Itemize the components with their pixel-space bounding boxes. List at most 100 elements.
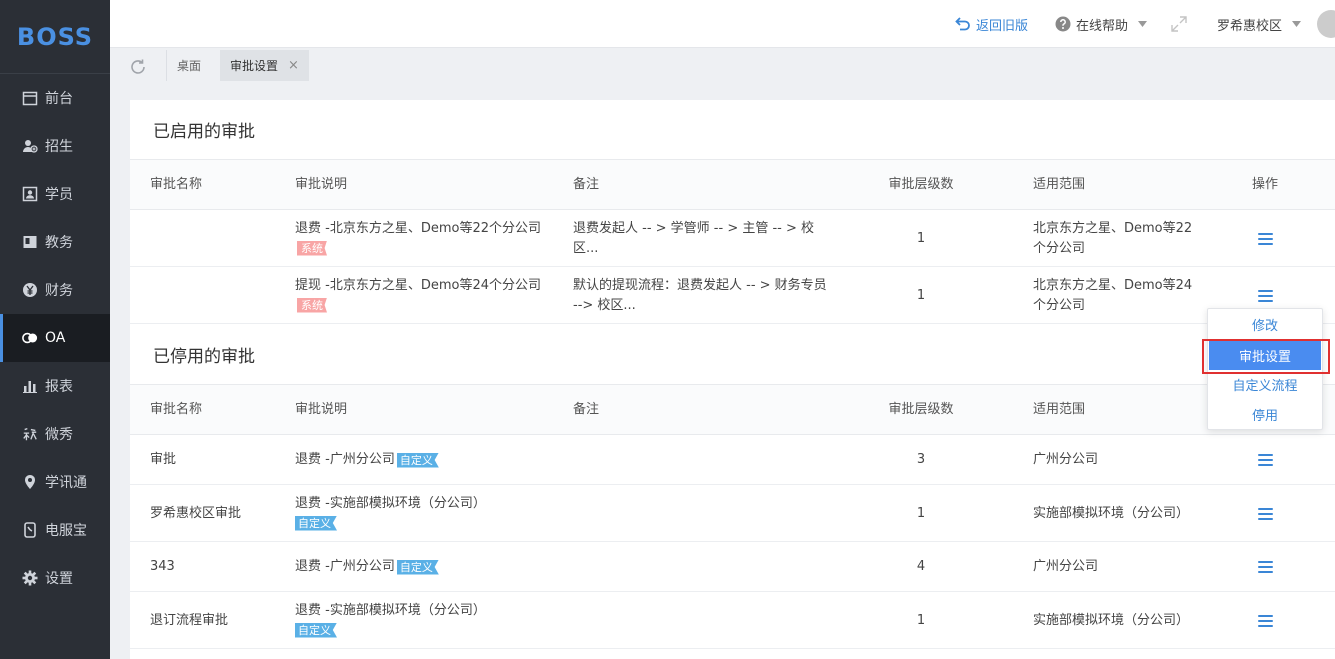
custom-tag: 自定义 (295, 622, 337, 638)
close-icon[interactable]: × (288, 58, 299, 73)
custom-tag: 自定义 (396, 452, 439, 468)
approval-settings-menu-item[interactable]: 审批设置 (1209, 340, 1321, 370)
row-desc-cell: 退费 -北京东方之星、Demo等22个分公司系统 (295, 210, 555, 267)
main-content: 已启用的审批 审批名称 审批说明 备注 审批层级数 适用范围 操作 退费 -北京… (130, 100, 1335, 659)
campus-label: 罗希惠校区 (1217, 18, 1283, 34)
sidebar-item-front-desk[interactable]: 前台 (0, 74, 110, 122)
sidebar-item-academic[interactable]: 教务 (0, 218, 110, 266)
oa-icon (22, 330, 38, 346)
row-action-dropdown: 修改 审批设置 自定义流程 停用 (1207, 308, 1323, 430)
header-note: 备注 (573, 177, 600, 192)
row-name (150, 210, 290, 267)
gear-icon (22, 570, 38, 586)
row-note (573, 435, 833, 485)
disabled-table-header: 审批名称 审批说明 备注 审批层级数 适用范围 (130, 385, 1335, 435)
user-plus-icon (22, 138, 38, 154)
header-name: 审批名称 (150, 402, 203, 417)
sidebar-item-label: 报表 (45, 379, 73, 395)
menu-icon[interactable] (1257, 614, 1273, 627)
sidebar-item-xuexuntong[interactable]: 学讯通 (0, 458, 110, 506)
menu-icon[interactable] (1257, 289, 1273, 302)
top-bar: 返回旧版 在线帮助 罗希惠校区 (110, 0, 1335, 48)
row-level: 1 (916, 230, 926, 246)
row-level: 1 (916, 505, 926, 521)
bar-chart-icon (22, 378, 38, 394)
row-note: 默认的提现流程：退费发起人 -- > 财务专员 --> 校区... (573, 267, 833, 324)
custom-tag: 自定义 (295, 515, 337, 531)
yen-icon (22, 282, 38, 298)
menu-icon[interactable] (1257, 232, 1273, 245)
caret-down-icon (1138, 21, 1148, 27)
menu-icon[interactable] (1257, 507, 1273, 520)
header-operation: 操作 (1251, 177, 1278, 192)
header-level: 审批层级数 (888, 177, 954, 192)
book-icon (22, 234, 38, 250)
sidebar-item-weixiu[interactable]: 微秀 (0, 410, 110, 458)
row-name: 343 (150, 559, 175, 574)
online-help-menu[interactable]: 在线帮助 (1055, 0, 1148, 48)
sidebar-item-label: 学讯通 (45, 475, 87, 491)
sidebar-item-finance[interactable]: 财务 (0, 266, 110, 314)
show-icon (22, 426, 38, 442)
header-desc: 审批说明 (295, 402, 348, 417)
sidebar-item-label: 前台 (45, 91, 73, 107)
tab-label: 桌面 (177, 59, 202, 73)
row-desc-cell: 退费 -广州分公司 自定义 (295, 435, 555, 485)
sidebar-item-reports[interactable]: 报表 (0, 362, 110, 410)
table-row: 审批 退费 -广州分公司 自定义 3 广州分公司 (130, 435, 1335, 485)
fullscreen-toggle[interactable] (1170, 0, 1188, 48)
sidebar-item-students[interactable]: 学员 (0, 170, 110, 218)
boss-logo[interactable]: BOSS (0, 0, 110, 74)
row-name (150, 267, 290, 324)
header-name: 审批名称 (150, 177, 203, 192)
menu-icon[interactable] (1257, 454, 1273, 466)
return-arrow-icon (955, 16, 971, 32)
row-desc-cell: 退费 -实施部模拟环境（分公司） 自定义 (295, 485, 555, 542)
row-level: 4 (916, 559, 926, 574)
phone-icon (22, 522, 38, 538)
edit-menu-item[interactable]: 修改 (1208, 309, 1322, 339)
sidebar-item-oa[interactable]: OA (0, 314, 110, 362)
row-level: 1 (916, 612, 926, 628)
row-note: 退费发起人 -- > 学管师 -- > 主管 -- > 校区... (573, 210, 833, 267)
header-scope: 适用范围 (1033, 177, 1086, 192)
row-scope-text: 实施部模拟环境（分公司） (1033, 612, 1190, 628)
tab-approval-settings[interactable]: 审批设置 × (220, 50, 309, 81)
row-note (573, 592, 833, 649)
custom-flow-menu-item[interactable]: 自定义流程 (1208, 369, 1322, 399)
sidebar-item-label: 财务 (45, 283, 73, 299)
row-desc-cell: 提现 -北京东方之星、Demo等24个分公司系统 (295, 267, 555, 324)
row-note (573, 542, 833, 592)
sidebar-item-dianfubao[interactable]: 电服宝 (0, 506, 110, 554)
tabs-bar: 桌面 审批设置 × (110, 48, 1335, 85)
campus-selector[interactable]: 罗希惠校区 (1217, 0, 1302, 48)
sidebar-item-label: 电服宝 (45, 523, 87, 539)
table-row: 退订流程审批 退费 -实施部模拟环境（分公司） 自定义 1 实施部模拟环境（分公司… (130, 592, 1335, 649)
header-level: 审批层级数 (888, 402, 954, 417)
row-name: 罗希惠校区审批 (150, 505, 242, 521)
enabled-section-title: 已启用的审批 (130, 100, 1335, 160)
sidebar-item-settings[interactable]: 设置 (0, 554, 110, 602)
header-note: 备注 (573, 402, 600, 417)
system-tag: 系统 (297, 240, 327, 256)
row-scope: 广州分公司 (1033, 559, 1099, 574)
tab-desktop[interactable]: 桌面 (166, 50, 211, 81)
enabled-table-header: 审批名称 审批说明 备注 审批层级数 适用范围 操作 (130, 160, 1335, 210)
back-to-old-version-link[interactable]: 返回旧版 (955, 0, 1028, 48)
sidebar: BOSS 前台 招生 学员 教务 财务 OA 报表 微秀 学讯通 电服宝 设置 (0, 0, 110, 659)
refresh-icon[interactable] (128, 57, 148, 77)
disable-menu-item[interactable]: 停用 (1208, 399, 1322, 429)
row-desc: 退费 -广州分公司 (295, 452, 395, 467)
user-avatar[interactable] (1317, 10, 1335, 38)
calendar-icon (22, 90, 38, 106)
row-note-text: 默认的提现流程：退费发起人 -- > 财务专员 --> 校区... (573, 277, 827, 313)
sidebar-item-enrollment[interactable]: 招生 (0, 122, 110, 170)
menu-icon[interactable] (1257, 561, 1273, 573)
row-desc: 退费 -北京东方之星、Demo等22个分公司 (295, 220, 541, 236)
sidebar-item-label: 设置 (45, 571, 73, 587)
disabled-section-title: 已停用的审批 (130, 324, 1335, 385)
row-level: 1 (916, 287, 926, 303)
row-actions-cell (1240, 435, 1290, 485)
caret-down-icon (1292, 21, 1302, 27)
row-desc: 退费 -实施部模拟环境（分公司） (295, 602, 486, 618)
